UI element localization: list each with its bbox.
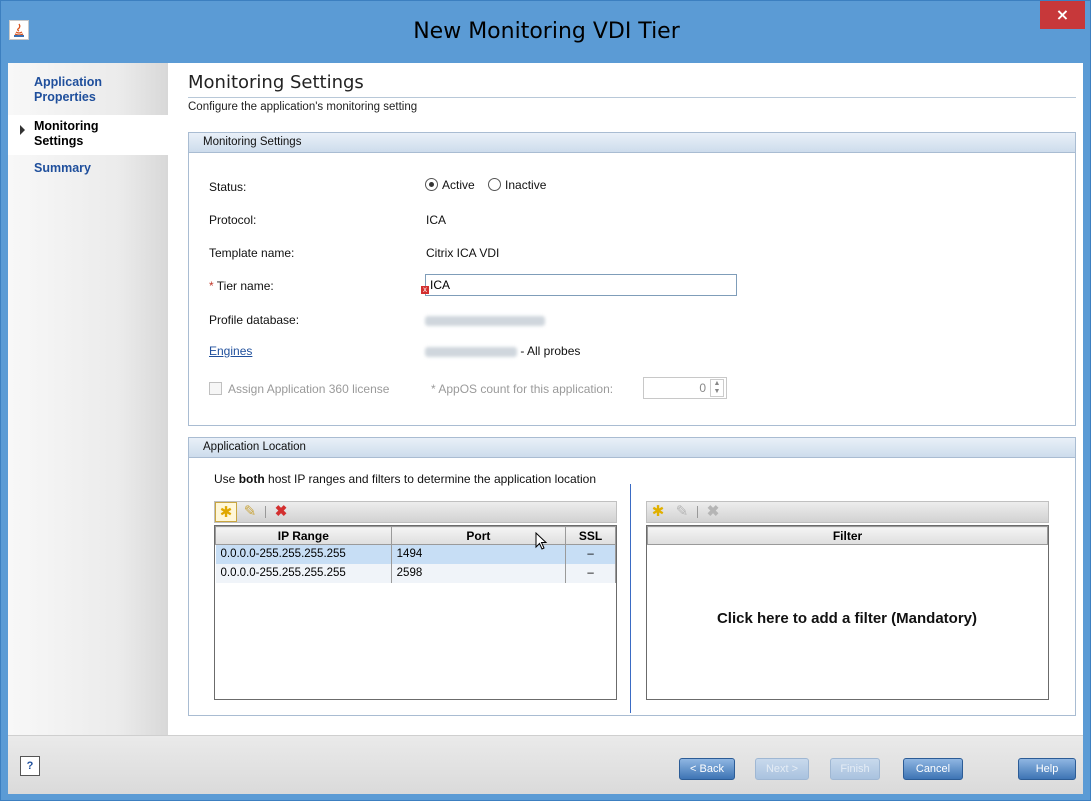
engines-link[interactable]: Engines [209, 344, 252, 358]
help-button[interactable]: Help [1018, 758, 1076, 780]
sidebar-item-monitoring-settings[interactable]: Monitoring Settings [8, 115, 168, 155]
template-name-value: Citrix ICA VDI [426, 246, 500, 260]
status-radio-group: Active Inactive [425, 178, 546, 192]
sidebar-item-label: Monitoring [34, 119, 99, 133]
template-name-label: Template name: [209, 246, 295, 260]
column-header[interactable]: Filter [647, 526, 1048, 545]
add-filter-hint[interactable]: Click here to add a filter (Mandatory) [647, 610, 1047, 627]
required-mark: * [209, 279, 214, 293]
sidebar-item-label: Summary [34, 161, 91, 175]
delete-icon[interactable]: ✖ [270, 502, 292, 522]
filter-table[interactable]: Filter Click here to add a filter (Manda… [646, 525, 1049, 700]
engines-suffix: - All probes [520, 344, 581, 358]
filter-toolbar: ✱ ✎ ✖ [646, 501, 1049, 523]
profile-database-value [425, 313, 545, 327]
location-instruction: Use both host IP ranges and filters to d… [214, 472, 596, 486]
page-title: Monitoring Settings [188, 72, 364, 93]
wizard-sidebar: Application Properties Monitoring Settin… [8, 63, 168, 735]
license-label: Assign Application 360 license [228, 382, 390, 396]
ip-toolbar: ✱ ✎ ✖ [214, 501, 617, 523]
ip-range-cell: 0.0.0.0-255.255.255.255 [215, 544, 392, 564]
wizard-footer: ? < Back Next > Finish Cancel Help [8, 735, 1083, 794]
protocol-label: Protocol: [209, 213, 257, 227]
dialog-client: Application Properties Monitoring Settin… [8, 63, 1083, 794]
mouse-cursor-icon [535, 532, 548, 550]
checkbox-icon [209, 382, 222, 395]
dialog-window: New Monitoring VDI Tier × Application Pr… [0, 0, 1091, 801]
protocol-value: ICA [426, 213, 447, 227]
radio-inactive[interactable]: Inactive [488, 178, 546, 192]
toolbar-divider [697, 506, 698, 518]
panel-header: Application Location [189, 438, 1075, 458]
radio-active-label: Active [442, 178, 475, 192]
appos-label-text: AppOS count for this application: [438, 382, 614, 396]
radio-active[interactable]: Active [425, 178, 475, 192]
monitoring-settings-panel: Monitoring Settings Status: Active Inact… [188, 132, 1076, 426]
help-book-icon[interactable]: ? [20, 756, 40, 776]
spinner-arrows-icon[interactable]: ▲ ▼ [710, 379, 724, 397]
close-icon: × [1055, 5, 1070, 24]
port-cell: 2598 [391, 563, 567, 583]
ip-table-header: IP Range Port SSL [215, 526, 616, 545]
current-step-arrow-icon [20, 125, 25, 135]
column-header[interactable]: IP Range [215, 526, 392, 545]
engines-value: - All probes [425, 344, 580, 358]
ssl-cell: – [565, 544, 616, 564]
ip-range-table: IP Range Port SSL 0.0.0.0-255.255.255.25… [214, 525, 617, 700]
edit-filter-icon[interactable]: ✎ [671, 502, 693, 522]
window-title: New Monitoring VDI Tier [413, 19, 680, 44]
license-checkbox[interactable]: Assign Application 360 license [209, 382, 389, 396]
sidebar-item-summary[interactable]: Summary [8, 161, 168, 179]
sidebar-item-label: Settings [34, 134, 84, 148]
tier-name-label-text: Tier name: [216, 279, 274, 293]
status-label: Status: [209, 180, 247, 194]
table-row[interactable]: 0.0.0.0-255.255.255.255 1494 – [215, 544, 616, 564]
sidebar-item-application-properties[interactable]: Application Properties [8, 73, 168, 107]
title-bar[interactable]: New Monitoring VDI Tier × [1, 1, 1090, 63]
radio-icon [425, 178, 438, 191]
ssl-cell: – [565, 563, 616, 583]
main-content: Monitoring Settings Configure the applic… [168, 63, 1083, 735]
tier-name-input[interactable]: ICA [425, 274, 737, 296]
toolbar-divider [265, 506, 266, 518]
ip-range-cell: 0.0.0.0-255.255.255.255 [215, 563, 392, 583]
instruction-bold: both [238, 472, 265, 486]
title-divider [188, 97, 1076, 98]
appos-count-spinner[interactable]: 0 ▲ ▼ [643, 377, 727, 399]
page-subtitle: Configure the application's monitoring s… [188, 101, 418, 113]
next-button[interactable]: Next > [755, 758, 809, 780]
cancel-button[interactable]: Cancel [903, 758, 963, 780]
finish-button[interactable]: Finish [830, 758, 880, 780]
add-icon[interactable]: ✱ [215, 502, 237, 522]
add-filter-icon[interactable]: ✱ [647, 502, 669, 522]
application-location-panel: Application Location Use both host IP ra… [188, 437, 1076, 716]
instruction-post: host IP ranges and filters to determine … [268, 472, 597, 486]
profile-database-label: Profile database: [209, 313, 300, 327]
close-button[interactable]: × [1040, 1, 1085, 29]
column-header[interactable]: SSL [565, 526, 616, 545]
edit-icon[interactable]: ✎ [239, 502, 261, 522]
radio-inactive-label: Inactive [505, 178, 547, 192]
spinner-value: 0 [699, 381, 706, 395]
sidebar-item-label: Application [34, 75, 103, 89]
radio-icon [488, 178, 502, 191]
tier-name-label: * Tier name: [209, 279, 274, 293]
delete-filter-icon[interactable]: ✖ [702, 502, 724, 522]
panel-header: Monitoring Settings [189, 133, 1075, 153]
appos-count-label: * AppOS count for this application: [431, 382, 614, 396]
table-row[interactable]: 0.0.0.0-255.255.255.255 2598 – [215, 563, 616, 583]
section-divider [630, 484, 631, 713]
sidebar-item-label: Properties [34, 90, 96, 104]
back-button[interactable]: < Back [679, 758, 735, 780]
instruction-pre: Use [214, 472, 236, 486]
validation-error-icon: x [421, 285, 429, 294]
